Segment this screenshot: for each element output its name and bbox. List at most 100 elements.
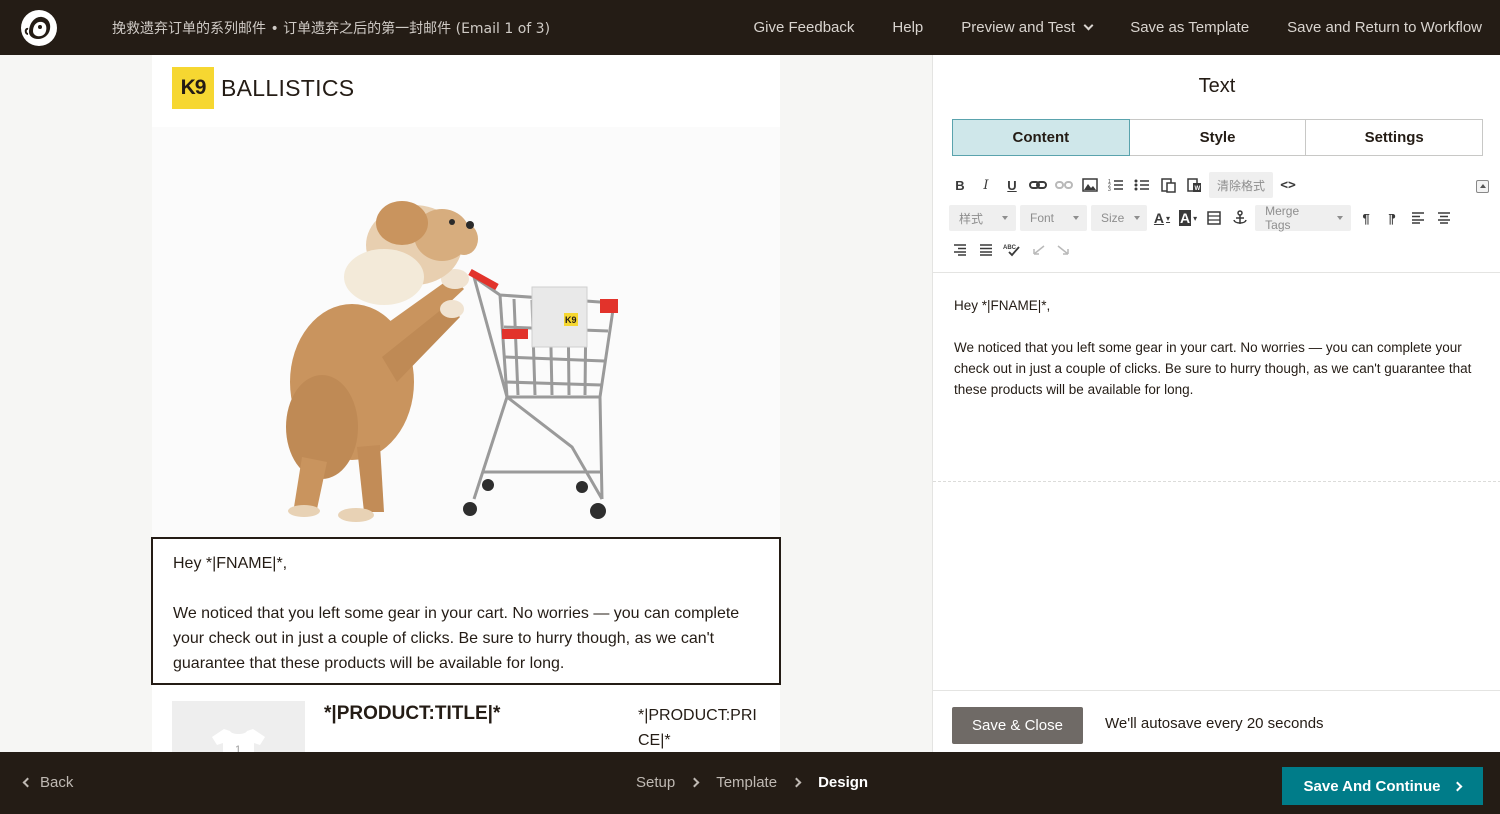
paste-from-word-icon[interactable]: W	[1183, 173, 1205, 197]
body-text: We noticed that you left some gear in yo…	[173, 605, 740, 672]
chevron-left-icon	[22, 777, 33, 788]
save-and-return-link[interactable]: Save and Return to Workflow	[1287, 19, 1482, 36]
bottom-bar: Back Setup Template Design Save And Cont…	[0, 752, 1500, 814]
bulldog-shopping-cart-image: K9	[286, 201, 618, 522]
spellcheck-icon[interactable]: ABC	[1001, 238, 1023, 262]
mailchimp-logo-icon[interactable]	[0, 0, 78, 55]
editor-title: Text	[1198, 75, 1236, 97]
svg-text:ABC: ABC	[1003, 245, 1017, 251]
editor-tabs: Content Style Settings	[952, 119, 1483, 156]
bulleted-list-icon[interactable]	[1131, 173, 1153, 197]
top-bar: 挽救遗弃订单的系列邮件 • 订单遗弃之后的第一封邮件 (Email 1 of 3…	[0, 0, 1500, 55]
redo-icon[interactable]	[1053, 238, 1075, 262]
align-right-icon[interactable]	[949, 238, 971, 262]
justify-icon[interactable]	[975, 238, 997, 262]
save-and-continue-button[interactable]: Save And Continue	[1282, 767, 1483, 805]
editor-footer: Save & Close We'll autosave every 20 sec…	[933, 690, 1500, 752]
text-editor-panel: Text Content Style Settings B I U 123 W …	[932, 55, 1500, 752]
email-preview-pane: K9 BALLISTICS K9 Hey *|FNAME|*, We notic…	[0, 55, 932, 752]
rtl-direction-icon[interactable]: ¶	[1381, 206, 1403, 230]
text-color-icon[interactable]: A ▾	[1151, 206, 1173, 230]
align-center-icon[interactable]	[1433, 206, 1455, 230]
tab-settings[interactable]: Settings	[1306, 120, 1482, 155]
styles-select-label: 样式	[959, 211, 984, 226]
step-setup[interactable]: Setup	[636, 774, 675, 791]
align-left-icon[interactable]	[1407, 206, 1429, 230]
styles-select[interactable]: 样式	[949, 205, 1016, 231]
hero-image[interactable]: K9	[152, 127, 780, 537]
clear-format-button[interactable]: 清除格式	[1209, 172, 1274, 198]
editor-body-text[interactable]: We noticed that you left some gear in yo…	[954, 337, 1474, 400]
product-price: *|PRODUCT:PRICE|*	[638, 707, 757, 749]
chevron-right-icon	[1453, 781, 1463, 791]
merge-tags-select[interactable]: Merge Tags	[1255, 204, 1352, 232]
toolbar-row-3: ABC	[949, 237, 1075, 263]
table-icon[interactable]	[1203, 206, 1225, 230]
editor-greeting-text[interactable]: Hey *|FNAME|*,	[954, 295, 1474, 316]
save-and-close-button[interactable]: Save & Close	[952, 707, 1083, 744]
product-block[interactable]: 1 *|PRODUCT:TITLE|* *|PRODUCT:PRICE|*	[152, 695, 780, 752]
toolbar-row-1: B I U 123 W 清除格式 <>	[949, 172, 1299, 198]
size-select[interactable]: Size	[1091, 205, 1147, 231]
chevron-down-icon	[1002, 216, 1008, 220]
step-template[interactable]: Template	[716, 774, 777, 791]
tab-content[interactable]: Content	[952, 119, 1130, 156]
chevron-right-icon	[791, 777, 802, 788]
size-select-label: Size	[1101, 211, 1125, 225]
product-title: *|PRODUCT:TITLE|*	[324, 703, 501, 724]
product-thumbnail: 1	[172, 701, 305, 752]
give-feedback-link[interactable]: Give Feedback	[754, 19, 855, 36]
font-select[interactable]: Font	[1020, 205, 1087, 231]
progress-breadcrumb: Setup Template Design	[636, 774, 868, 791]
tshirt-placeholder-icon: 1	[212, 729, 265, 752]
bold-icon[interactable]: B	[949, 173, 971, 197]
chevron-down-icon	[1083, 20, 1094, 31]
unlink-icon[interactable]	[1053, 173, 1075, 197]
step-design[interactable]: Design	[818, 774, 868, 791]
autosave-notice: We'll autosave every 20 seconds	[1105, 715, 1324, 732]
italic-icon[interactable]: I	[975, 173, 997, 197]
cart-box-label: K9	[565, 315, 577, 325]
paste-icon[interactable]	[1157, 173, 1179, 197]
brand-logo-mark: K9	[172, 67, 214, 109]
svg-text:3: 3	[1108, 187, 1111, 192]
selected-text-block[interactable]: Hey *|FNAME|*, We noticed that you left …	[151, 537, 781, 685]
link-icon[interactable]	[1027, 173, 1049, 197]
chevron-down-icon	[1134, 216, 1141, 220]
underline-icon[interactable]: U	[1001, 173, 1023, 197]
save-as-template-link[interactable]: Save as Template	[1130, 19, 1249, 36]
brand-header[interactable]: K9 BALLISTICS	[172, 67, 354, 109]
ltr-direction-icon[interactable]: ¶	[1355, 206, 1377, 230]
email-title: 挽救遗弃订单的系列邮件 • 订单遗弃之后的第一封邮件 (Email 1 of 3…	[112, 20, 551, 37]
thumbnail-number: 1	[235, 744, 241, 752]
preview-and-test-label: Preview and Test	[961, 19, 1076, 36]
font-select-label: Font	[1030, 211, 1055, 225]
toolbar-divider	[933, 272, 1500, 273]
top-nav: Give Feedback Help Preview and Test Save…	[754, 0, 1483, 55]
preview-and-test-menu[interactable]: Preview and Test	[961, 19, 1094, 36]
editor-text-area[interactable]: Hey *|FNAME|*, We noticed that you left …	[954, 295, 1474, 400]
ordered-list-icon[interactable]: 123	[1105, 173, 1127, 197]
rich-text-toolbar: B I U 123 W 清除格式 <> 样式 Font Size A ▾ A ▾…	[933, 168, 1500, 273]
tab-style[interactable]: Style	[1130, 120, 1307, 155]
undo-icon[interactable]	[1027, 238, 1049, 262]
back-button[interactable]: Back	[22, 774, 74, 791]
toolbar-row-2: 样式 Font Size A ▾ A ▾ Merge Tags ¶ ¶	[949, 204, 1455, 232]
chevron-right-icon	[689, 777, 700, 788]
chevron-down-icon	[1337, 216, 1344, 220]
email-canvas: K9 BALLISTICS K9 Hey *|FNAME|*, We notic…	[151, 55, 781, 752]
chevron-down-icon	[1073, 216, 1079, 220]
anchor-icon[interactable]	[1229, 206, 1251, 230]
save-and-continue-label: Save And Continue	[1303, 777, 1441, 795]
greeting-text: Hey *|FNAME|*,	[173, 555, 288, 572]
svg-text:W: W	[1195, 186, 1201, 192]
source-code-icon[interactable]: <>	[1277, 173, 1299, 197]
brand-name: BALLISTICS	[221, 74, 355, 101]
help-link[interactable]: Help	[892, 19, 923, 36]
back-label: Back	[40, 774, 74, 791]
collapse-toolbar-icon[interactable]	[1476, 180, 1489, 193]
merge-tags-label: Merge Tags	[1265, 204, 1300, 232]
background-color-icon[interactable]: A ▾	[1177, 206, 1199, 230]
image-icon[interactable]	[1079, 173, 1101, 197]
editor-area-divider	[933, 481, 1500, 482]
